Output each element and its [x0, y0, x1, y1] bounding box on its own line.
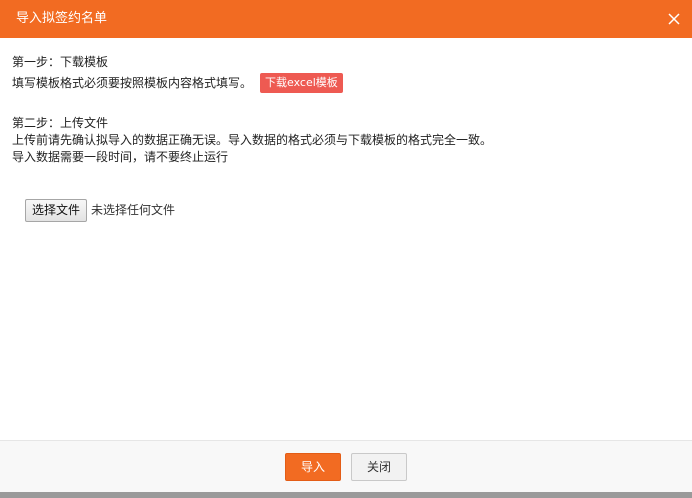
dialog-footer: 导入 关闭	[0, 440, 692, 492]
dialog-body: 第一步：下载模板 填写模板格式必须要按照模板内容格式填写。 下载excel模板 …	[0, 38, 692, 440]
close-icon-graphic	[668, 13, 680, 25]
dialog-header: 导入拟签约名单	[0, 0, 692, 38]
bottom-divider	[0, 492, 692, 498]
close-icon[interactable]	[662, 7, 686, 31]
choose-file-button[interactable]: 选择文件	[25, 199, 88, 222]
import-dialog: 导入拟签约名单 第一步：下载模板 填写模板格式必须要按照模板内容格式填写。 下载…	[0, 0, 692, 498]
file-status: 未选择任何文件	[91, 203, 176, 217]
step1-desc: 填写模板格式必须要按照模板内容格式填写。	[12, 75, 253, 90]
file-input: 选择文件 未选择任何文件	[25, 199, 680, 222]
step2-line2: 导入数据需要一段时间，请不要终止运行	[12, 150, 229, 164]
step1-title: 第一步：下载模板	[12, 55, 109, 69]
dialog-title: 导入拟签约名单	[16, 11, 108, 26]
download-template-button[interactable]: 下载excel模板	[260, 73, 343, 93]
import-button[interactable]: 导入	[285, 452, 341, 481]
step2-line1: 上传前请先确认拟导入的数据正确无误。导入数据的格式必须与下载模板的格式完全一致。	[12, 133, 493, 147]
step1-row: 填写模板格式必须要按照模板内容格式填写。 下载excel模板	[12, 73, 680, 93]
close-button[interactable]: 关闭	[351, 452, 407, 481]
step2-title: 第二步：上传文件	[12, 116, 109, 130]
